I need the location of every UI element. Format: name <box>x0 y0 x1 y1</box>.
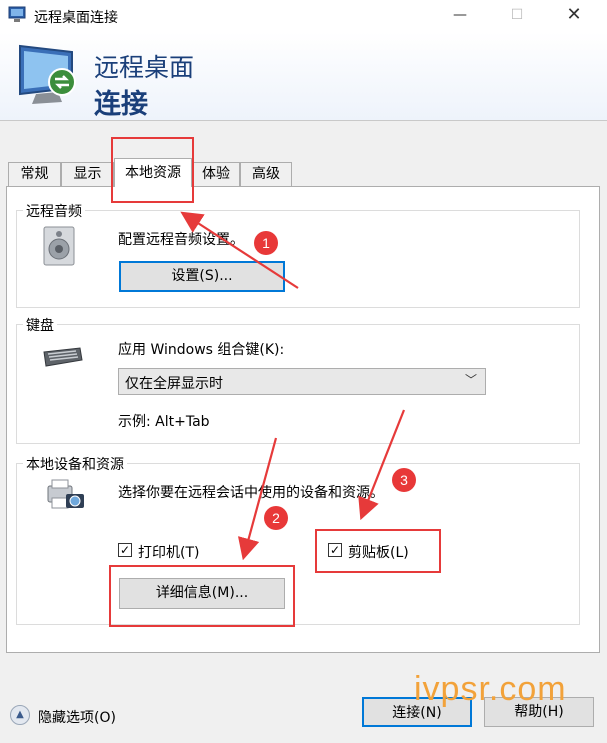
keyboard-example: 示例: Alt+Tab <box>118 414 210 430</box>
tab-advanced[interactable]: 高级 <box>240 162 292 186</box>
keyboard-combo-label: 应用 Windows 组合键(K): <box>118 342 285 358</box>
remote-desktop-logo-icon <box>19 44 76 104</box>
chevron-up-icon[interactable]: ▲ <box>10 705 30 725</box>
hide-options-link[interactable]: 隐藏选项(O) <box>38 707 116 727</box>
keyboard-group-title: 键盘 <box>23 315 57 335</box>
close-button[interactable]: ✕ <box>551 0 597 32</box>
keyboard-combo-select[interactable]: 仅在全屏显示时 ﹀ <box>118 368 486 395</box>
audio-group <box>16 210 580 308</box>
devices-description: 选择你要在远程会话中使用的设备和资源。 <box>118 485 384 501</box>
maximize-button[interactable]: ☐ <box>494 0 540 32</box>
header-banner <box>0 32 607 120</box>
watermark-text: ivpsr.com <box>414 670 567 708</box>
tab-display[interactable]: 显示 <box>61 162 114 186</box>
annotation-badge-2: 2 <box>264 506 288 530</box>
remote-desktop-app-icon <box>8 6 26 22</box>
annotation-badge-3: 3 <box>392 468 416 492</box>
annotation-box-details <box>109 565 295 627</box>
tab-experience[interactable]: 体验 <box>192 162 240 186</box>
keyboard-combo-value: 仅在全屏显示时 <box>125 376 223 392</box>
banner-title-line2: 连接 <box>94 89 148 120</box>
tab-general[interactable]: 常规 <box>8 162 61 186</box>
printer-label[interactable]: 打印机(T) <box>138 542 199 562</box>
annotation-box-tab <box>111 137 194 203</box>
devices-group-title: 本地设备和资源 <box>23 454 127 474</box>
chevron-down-icon: ﹀ <box>464 373 477 387</box>
minimize-button[interactable]: — <box>437 0 483 32</box>
annotation-badge-1: 1 <box>254 231 278 255</box>
title-bar: 远程桌面连接 — ☐ ✕ <box>0 0 607 32</box>
annotation-box-clipboard <box>315 529 441 573</box>
audio-settings-button[interactable]: 设置(S)... <box>119 261 285 292</box>
speaker-icon <box>43 226 75 266</box>
keyboard-icon <box>43 347 83 367</box>
banner-title-line1: 远程桌面 <box>94 53 195 82</box>
window-title: 远程桌面连接 <box>34 10 118 26</box>
banner-divider <box>0 120 607 121</box>
audio-group-title: 远程音频 <box>23 201 85 221</box>
audio-description: 配置远程音频设置。 <box>118 232 244 248</box>
printer-checkbox[interactable]: ✓ <box>118 543 132 557</box>
printer-camera-icon <box>47 479 84 509</box>
